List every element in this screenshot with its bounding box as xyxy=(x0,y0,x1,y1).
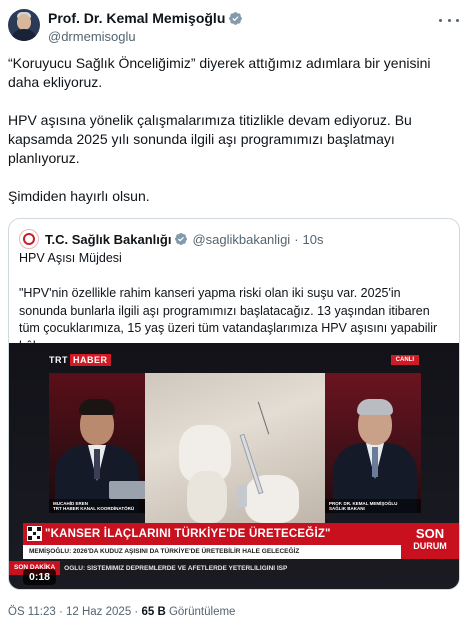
post-time[interactable]: ÖS 11:23 xyxy=(8,606,56,618)
news-ticker: SON DAKİKA OĞLU: SİSTEMİMİZ DEPREMLERDE … xyxy=(9,561,459,575)
quoted-tweet[interactable]: T.C. Sağlık Bakanlığı @saglikbakanligi ·… xyxy=(8,218,460,590)
video-left-presenter: MUCAHİD EREN TRT HABER KANAL KOORDİNATÖRÜ xyxy=(49,373,145,513)
tweet-text: “Koruyucu Sağlık Önceliğimiz” diyerek at… xyxy=(8,54,460,225)
right-caption-title: SAĞLIK BAKANI xyxy=(329,506,365,511)
views-count: 65 B xyxy=(141,606,166,618)
more-options-icon[interactable] xyxy=(439,12,459,28)
news-headline: "KANSER İLAÇLARINI TÜRKİYE'DE ÜRETECEĞİZ… xyxy=(45,528,331,540)
post-date[interactable]: 12 Haz 2025 xyxy=(66,606,131,618)
ticker-text: OĞLU: SİSTEMİMİZ DEPREMLERDE VE AFETLERD… xyxy=(64,564,288,572)
quoted-timestamp[interactable]: 10s xyxy=(303,232,324,247)
separator-dot: · xyxy=(294,231,299,247)
tweet-meta: ÖS 11:23 · 12 Haz 2025 · 65 B Görüntülem… xyxy=(8,606,236,618)
qr-code-icon xyxy=(27,526,42,541)
views-label: Görüntüleme xyxy=(168,606,236,618)
ministry-logo-icon[interactable] xyxy=(19,229,39,249)
tweet-header: Prof. Dr. Kemal Memişoğlu @drmemisoglu xyxy=(8,8,465,48)
verified-badge-icon xyxy=(229,11,243,25)
live-badge: CANLI xyxy=(390,355,419,365)
author-handle[interactable]: @drmemisoglu xyxy=(48,29,136,44)
son-durum-badge: SON DURUM xyxy=(401,523,459,559)
tweet-paragraph: Şimdiden hayırlı olsun. xyxy=(8,188,150,204)
video-player[interactable]: TRT HABER CANLI MUCAHİD EREN TRT HABER KAN… xyxy=(9,343,459,589)
trt-haber-logo: TRT HABER xyxy=(49,354,111,366)
video-right-guest: PROF. DR. KEMAL MEMİŞOĞLU SAĞLIK BAKANI xyxy=(325,373,421,513)
headline-bar: "KANSER İLAÇLARINI TÜRKİYE'DE ÜRETECEĞİZ… xyxy=(23,523,401,545)
video-vaccine-scene xyxy=(145,373,325,523)
video-duration: 0:18 xyxy=(23,569,57,585)
news-banner: "KANSER İLAÇLARINI TÜRKİYE'DE ÜRETECEĞİZ… xyxy=(9,521,459,581)
tweet-paragraph: “Koruyucu Sağlık Önceliğimiz” diyerek at… xyxy=(8,55,431,90)
tweet-paragraph: HPV aşısına yönelik çalışmalarımıza titi… xyxy=(8,112,412,166)
quoted-author-name[interactable]: T.C. Sağlık Bakanlığı xyxy=(45,232,171,247)
government-badge-icon xyxy=(175,233,188,245)
author-name[interactable]: Prof. Dr. Kemal Memişoğlu xyxy=(48,10,225,26)
avatar[interactable] xyxy=(8,9,40,41)
quoted-tweet-header: T.C. Sağlık Bakanlığı @saglikbakanligi ·… xyxy=(19,229,324,249)
left-caption-title: TRT HABER KANAL KOORDİNATÖRÜ xyxy=(53,506,135,511)
news-subline: MEMİŞOĞLU: 2026'DA KUDUZ AŞISINI DA TÜRK… xyxy=(23,545,401,559)
author-name-row: Prof. Dr. Kemal Memişoğlu xyxy=(48,10,243,26)
quoted-subtitle: HPV Aşısı Müjdesi xyxy=(19,251,122,265)
quoted-author-handle[interactable]: @saglikbakanligi xyxy=(192,232,290,247)
